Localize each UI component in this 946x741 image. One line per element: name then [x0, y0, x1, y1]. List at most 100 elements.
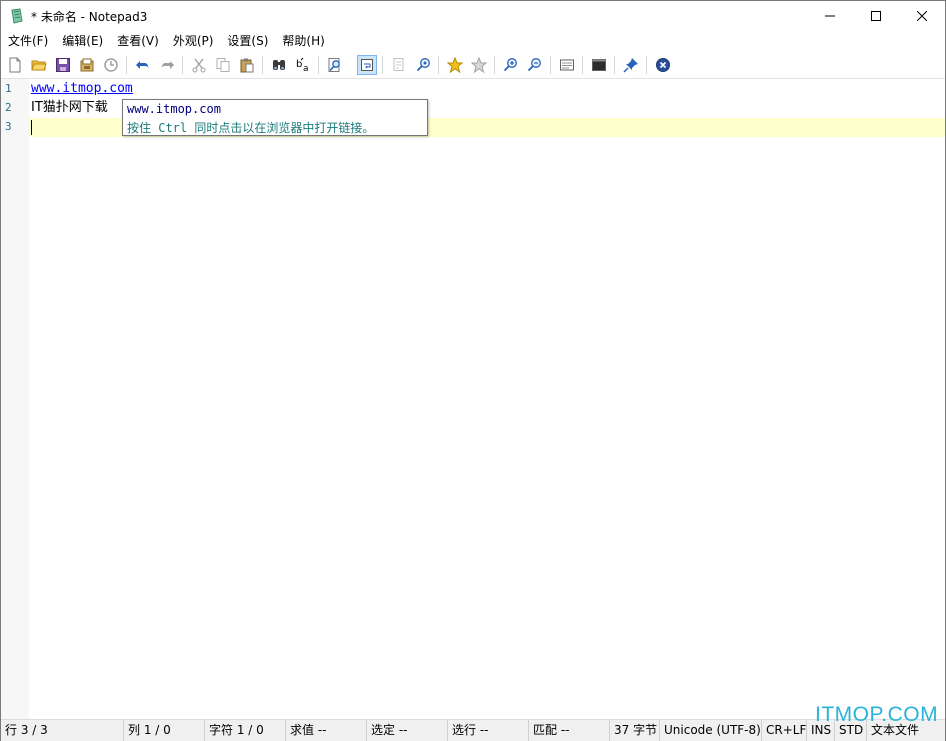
open-file-button[interactable] [29, 55, 49, 75]
status-bytes[interactable]: 37 字节 [610, 720, 660, 741]
bookmark-icon [447, 57, 463, 73]
terminal-icon [592, 59, 606, 71]
view-options-icon [560, 59, 574, 71]
new-file-icon [9, 57, 21, 73]
toolbar-separator [262, 56, 263, 74]
save-as-icon [80, 58, 94, 72]
copy-button[interactable] [213, 55, 233, 75]
editor-area[interactable]: 1 2 3 www.itmop.com IT猫扑网下载 [1, 79, 945, 719]
toolbar-separator [126, 56, 127, 74]
toolbar-separator [550, 56, 551, 74]
find-in-files-button[interactable] [325, 55, 345, 75]
bookmark-button[interactable] [445, 55, 465, 75]
close-window-button[interactable] [899, 1, 945, 31]
word-wrap-icon [361, 59, 373, 71]
line-number: 1 [5, 82, 12, 95]
toolbar: ba [1, 52, 945, 79]
line-number: 2 [5, 101, 12, 114]
maximize-icon [871, 11, 881, 21]
close-window-icon [917, 11, 927, 21]
notepad3-window: * 未命名 - Notepad3 文件(F) 编辑(E) 查看(V) 外观(P)… [0, 0, 946, 741]
toolbar-separator [646, 56, 647, 74]
tooltip-hint: 按住 Ctrl 同时点击以在浏览器中打开链接。 [127, 121, 375, 135]
zoom-out-icon [527, 58, 541, 72]
menu-help[interactable]: 帮助(H) [275, 31, 331, 52]
save-as-button[interactable] [77, 55, 97, 75]
word-wrap-toggle[interactable] [357, 55, 377, 75]
window-title: * 未命名 - Notepad3 [31, 10, 148, 24]
view-zoom-icon [416, 58, 430, 72]
pin-icon [623, 58, 638, 73]
cut-button[interactable] [189, 55, 209, 75]
find-in-files-icon [328, 58, 340, 72]
new-file-button[interactable] [5, 55, 25, 75]
hyperlink-tooltip: www.itmop.com 按住 Ctrl 同时点击以在浏览器中打开链接。 [122, 99, 428, 136]
menu-settings[interactable]: 设置(S) [220, 31, 275, 52]
replace-button[interactable]: ba [293, 55, 313, 75]
zoom-in-button[interactable] [501, 55, 521, 75]
maximize-button[interactable] [853, 1, 899, 31]
status-line[interactable]: 行 3 / 3 [1, 720, 124, 741]
notepad3-app-icon [9, 8, 25, 24]
toolbar-separator [182, 56, 183, 74]
save-icon [56, 58, 70, 72]
editor-line-hyperlink[interactable]: www.itmop.com [31, 79, 133, 98]
view-zoom-button[interactable] [414, 55, 434, 75]
revert-icon [104, 58, 118, 72]
status-column[interactable]: 列 1 / 0 [124, 720, 205, 741]
toolbar-separator [494, 56, 495, 74]
line-number-gutter[interactable]: 1 2 3 [1, 79, 29, 719]
paste-icon [240, 58, 254, 73]
menu-view[interactable]: 查看(V) [110, 31, 166, 52]
status-evaluate[interactable]: 求值 -- [286, 720, 367, 741]
clear-bookmarks-button[interactable] [469, 55, 489, 75]
redo-button[interactable] [157, 55, 177, 75]
revert-button[interactable] [101, 55, 121, 75]
close-icon [656, 58, 670, 72]
undo-button[interactable] [133, 55, 153, 75]
monitor-changes-icon [393, 58, 404, 71]
status-encoding[interactable]: Unicode (UTF-8) [660, 720, 762, 741]
tooltip-url: www.itmop.com [127, 102, 221, 116]
menu-edit[interactable]: 编辑(E) [55, 31, 110, 52]
toolbar-separator [582, 56, 583, 74]
terminal-button[interactable] [589, 55, 609, 75]
open-folder-icon [31, 60, 47, 71]
zoom-out-button[interactable] [525, 55, 545, 75]
itmop-watermark: ITMOP.COM [815, 703, 939, 726]
copy-icon [216, 58, 230, 72]
save-button[interactable] [53, 55, 73, 75]
svg-text:a: a [303, 64, 309, 73]
find-icon [273, 60, 285, 70]
status-match[interactable]: 匹配 -- [529, 720, 610, 741]
find-button[interactable] [269, 55, 289, 75]
toolbar-separator [614, 56, 615, 74]
line-number: 3 [5, 120, 12, 133]
status-bar: 行 3 / 3 列 1 / 0 字符 1 / 0 求值 -- 选定 -- 选行 … [1, 719, 945, 741]
svg-text:b: b [296, 59, 302, 70]
status-selected-lines[interactable]: 选行 -- [448, 720, 529, 741]
monitor-changes-button[interactable] [389, 55, 409, 75]
status-eol[interactable]: CR+LF [762, 720, 807, 741]
toolbar-separator [438, 56, 439, 74]
zoom-in-icon [503, 58, 517, 72]
menu-file[interactable]: 文件(F) [1, 31, 55, 52]
menu-bar: 文件(F) 编辑(E) 查看(V) 外观(P) 设置(S) 帮助(H) [1, 31, 945, 52]
minimize-button[interactable] [807, 1, 853, 31]
editor-line[interactable]: IT猫扑网下载 [31, 98, 108, 117]
toolbar-separator [382, 56, 383, 74]
toolbar-separator [318, 56, 319, 74]
paste-button[interactable] [237, 55, 257, 75]
close-file-button[interactable] [653, 55, 673, 75]
status-selection[interactable]: 选定 -- [367, 720, 448, 741]
clear-bookmarks-icon [471, 57, 487, 73]
undo-icon [136, 61, 149, 70]
cut-icon [192, 58, 206, 73]
text-caret [31, 120, 32, 135]
view-options-button[interactable] [557, 55, 577, 75]
status-character[interactable]: 字符 1 / 0 [205, 720, 286, 741]
menu-appearance[interactable]: 外观(P) [166, 31, 221, 52]
title-bar[interactable]: * 未命名 - Notepad3 [1, 1, 945, 31]
redo-icon [161, 61, 174, 70]
pin-button[interactable] [621, 55, 641, 75]
